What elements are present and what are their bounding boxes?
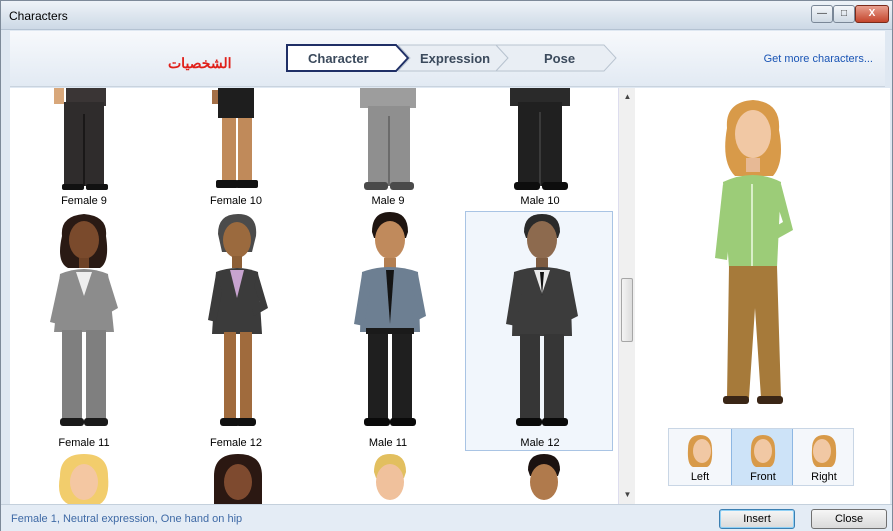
right-view-face-icon (811, 435, 837, 467)
maximize-button[interactable]: □ (833, 5, 855, 23)
step-pose[interactable]: Pose (496, 44, 618, 72)
card-label: Male 12 (520, 437, 560, 449)
character-card-row3-2[interactable] (162, 454, 310, 504)
card-label: Male 11 (368, 437, 408, 449)
minimize-button[interactable]: — (811, 5, 833, 23)
scroll-thumb[interactable] (621, 278, 633, 342)
character-card-male-11[interactable]: Male 11 (314, 212, 462, 452)
character-card-row3-3[interactable] (314, 454, 462, 504)
close-window-button[interactable]: X (855, 5, 889, 23)
character-card-row3-1[interactable] (10, 454, 158, 504)
female-1-preview-figure-icon (715, 100, 793, 404)
character-card-male-12[interactable]: Male 12 (466, 212, 614, 452)
scroll-up-icon[interactable]: ▲ (619, 90, 636, 104)
left-view-face-icon (687, 435, 713, 467)
close-button[interactable]: Close (811, 509, 887, 529)
scroll-down-icon[interactable]: ▼ (619, 488, 636, 502)
female-12-figure-icon (208, 214, 268, 426)
get-more-characters-link[interactable]: Get more characters... (764, 53, 873, 65)
step-expression-label: Expression (420, 51, 491, 66)
step-character[interactable]: Character (286, 44, 410, 72)
card-label: Female 11 (58, 437, 110, 449)
character-card-female-10[interactable]: Female 10 (162, 88, 310, 208)
character-card-male-10[interactable]: Male 10 (466, 88, 614, 208)
view-front-label: Front (750, 471, 776, 483)
character-card-female-12[interactable]: Female 12 (162, 212, 310, 452)
card-label: Male 10 (520, 195, 560, 207)
view-right-label: Right (811, 471, 837, 483)
character-gallery: Female 9 Female 10 Male 9 Male 10 Female… (10, 88, 618, 504)
male-12-figure-icon (506, 214, 578, 426)
male-11-figure-icon (354, 212, 426, 426)
step-character-label: Character (308, 51, 369, 66)
female-9-figure-icon (54, 88, 108, 190)
dark-male-head-icon (528, 454, 560, 500)
card-label: Female 10 (210, 195, 262, 207)
characters-dialog: Characters — □ X الشخصيات Character Expr… (0, 0, 893, 531)
character-preview-pane: Left Front Right (635, 88, 890, 504)
card-label: Female 9 (61, 195, 107, 207)
view-left-button[interactable]: Left (669, 429, 731, 485)
female-10-figure-icon (212, 88, 258, 188)
step-pose-label: Pose (544, 51, 576, 66)
window-title: Characters (9, 9, 68, 23)
character-card-row3-4[interactable] (466, 454, 614, 504)
insert-button[interactable]: Insert (719, 509, 795, 529)
character-card-male-9[interactable]: Male 9 (314, 88, 462, 208)
arabic-annotation: الشخصيات (168, 55, 232, 71)
dark-hair-female-head-icon (214, 454, 262, 504)
character-card-female-9[interactable]: Female 9 (10, 88, 158, 208)
character-card-female-11[interactable]: Female 11 (10, 212, 158, 452)
wizard-header: الشخصيات Character Expression Pose Get m… (10, 31, 885, 87)
card-label: Female 12 (210, 437, 262, 449)
dialog-footer: Female 1, Neutral expression, One hand o… (1, 504, 892, 531)
male-10-figure-icon (510, 88, 570, 190)
front-view-face-icon (750, 435, 776, 467)
gallery-scrollbar[interactable]: ▲ ▼ (618, 88, 635, 504)
view-angle-selector: Left Front Right (668, 428, 854, 486)
view-right-button[interactable]: Right (793, 429, 855, 485)
view-front-button[interactable]: Front (731, 429, 793, 485)
female-11-figure-icon (50, 214, 118, 426)
blonde-female-head-icon (59, 454, 109, 504)
blond-male-head-icon (374, 454, 406, 500)
card-label: Male 9 (371, 195, 405, 207)
title-bar: Characters — □ X (1, 1, 892, 30)
view-left-label: Left (690, 471, 710, 483)
step-breadcrumb: Character Expression Pose (286, 44, 620, 72)
selection-status-text: Female 1, Neutral expression, One hand o… (11, 513, 243, 525)
male-9-figure-icon (360, 88, 416, 190)
step-expression[interactable]: Expression (398, 44, 510, 72)
